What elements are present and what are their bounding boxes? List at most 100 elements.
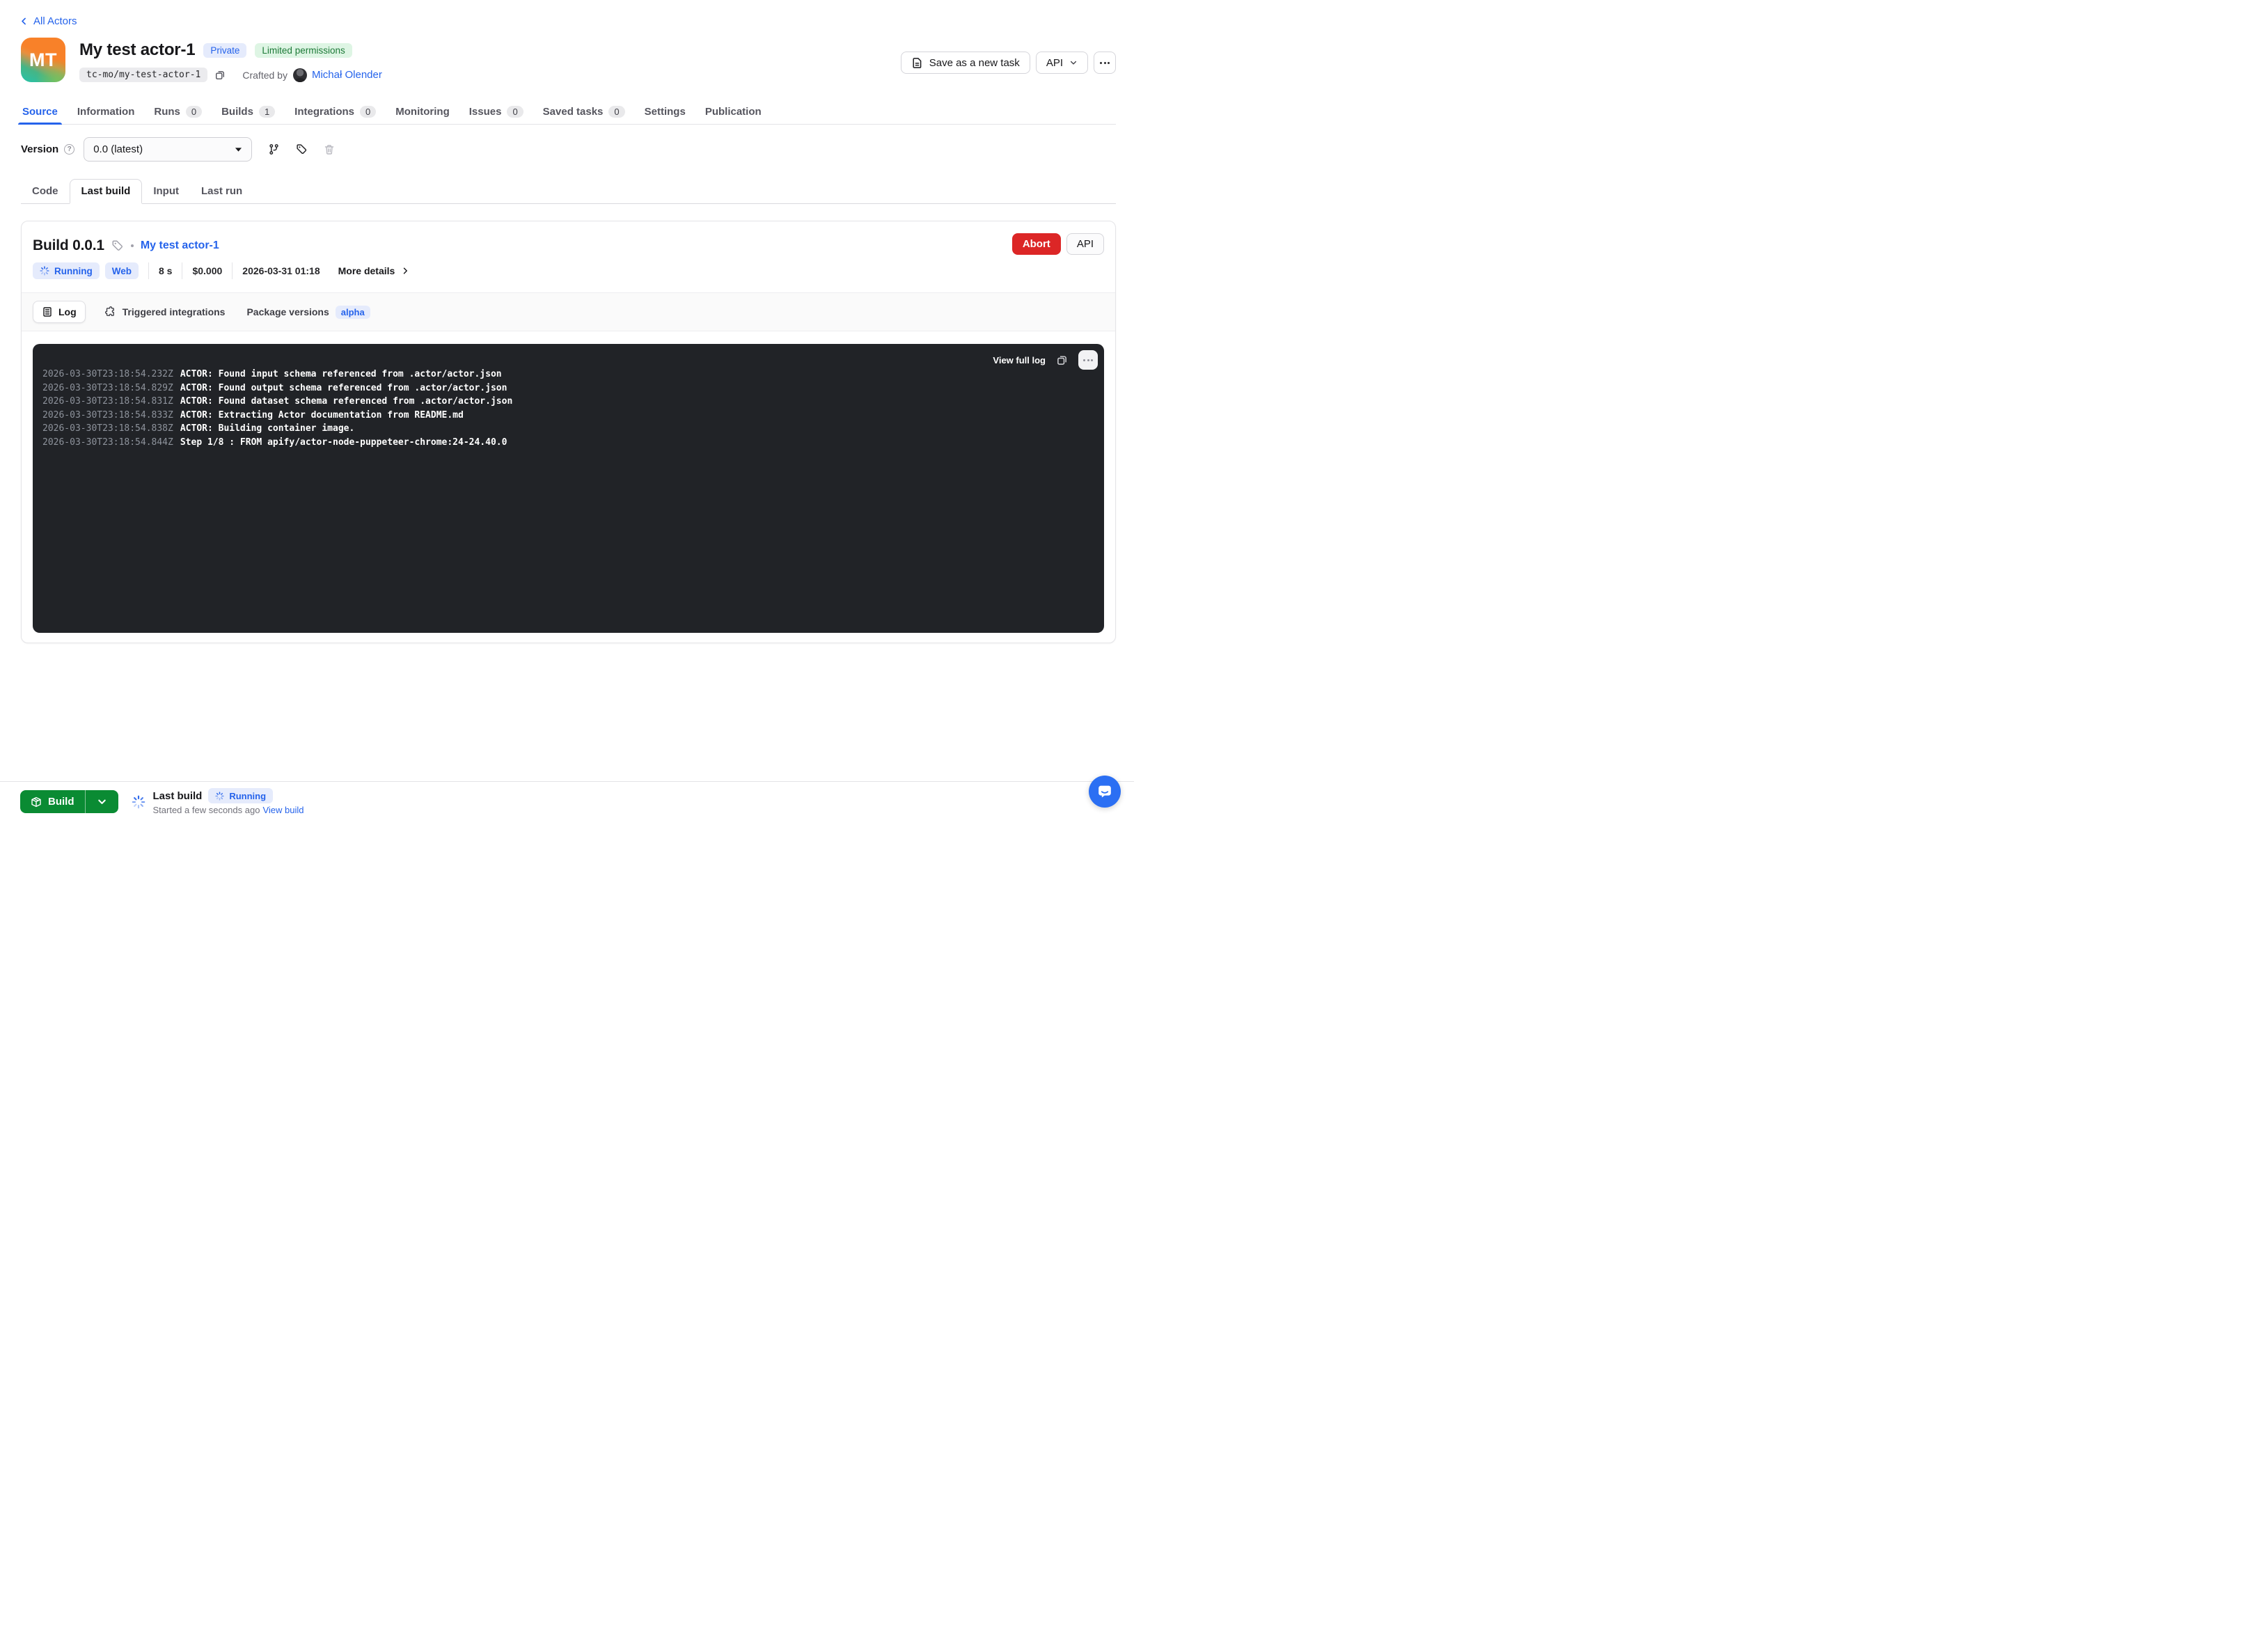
log-tab-button[interactable]: Log: [33, 301, 86, 323]
build-cost: $0.000: [192, 265, 222, 276]
dot-separator: [131, 244, 134, 247]
help-icon[interactable]: ?: [64, 144, 74, 155]
status-badge: Running: [208, 788, 273, 803]
origin-badge: Web: [105, 262, 139, 279]
actor-tabs: Source Information Runs0 Builds1 Integra…: [21, 100, 1116, 125]
tab-saved-tasks[interactable]: Saved tasks0: [542, 100, 627, 124]
trash-icon: [324, 144, 335, 155]
header-actions: Save as a new task API: [901, 52, 1116, 74]
version-select-value: 0.0 (latest): [93, 143, 143, 155]
last-build-info: Last build Running Started a few seconds…: [153, 788, 304, 815]
author-avatar: [293, 68, 307, 82]
package-versions-label: Package versions: [246, 306, 329, 317]
version-bar: Version ? 0.0 (latest): [21, 137, 335, 162]
document-icon: [911, 57, 923, 69]
actor-header-main: My test actor-1 Private Limited permissi…: [79, 38, 382, 82]
version-label: Version: [21, 143, 58, 155]
copy-actor-id-button[interactable]: [213, 68, 227, 82]
build-title: Build 0.0.1: [33, 237, 104, 254]
version-history-button[interactable]: [268, 143, 280, 155]
save-as-new-task-button[interactable]: Save as a new task: [901, 52, 1030, 74]
subtab-code[interactable]: Code: [21, 179, 70, 203]
tab-count-badge: 0: [186, 106, 202, 118]
build-started-at: 2026-03-31 01:18: [242, 265, 320, 276]
build-actor-link[interactable]: My test actor-1: [141, 239, 219, 252]
subtab-last-build[interactable]: Last build: [70, 179, 143, 204]
chevron-left-icon: [19, 17, 29, 26]
chat-launcher[interactable]: [1089, 776, 1121, 808]
visibility-badge: Private: [203, 43, 246, 58]
api-dropdown-button[interactable]: API: [1036, 52, 1088, 74]
tab-source[interactable]: Source: [21, 100, 59, 124]
log-line: 2026-03-30T23:18:54.829ZACTOR: Found out…: [42, 382, 1094, 395]
tab-monitoring[interactable]: Monitoring: [394, 100, 450, 124]
tab-builds[interactable]: Builds1: [220, 100, 276, 124]
chat-bubble-icon: [1096, 783, 1114, 801]
crafted-by-label: Crafted by: [242, 70, 288, 81]
build-toolbar: Log Triggered integrations Package versi…: [22, 292, 1115, 331]
log-line: 2026-03-30T23:18:54.844ZStep 1/8 : FROM …: [42, 436, 1094, 450]
last-build-label: Last build: [153, 790, 203, 802]
tab-settings[interactable]: Settings: [643, 100, 687, 124]
log-line: 2026-03-30T23:18:54.232ZACTOR: Found inp…: [42, 368, 1094, 382]
bottom-action-bar: Build Last build Running: [0, 781, 1134, 822]
tab-issues[interactable]: Issues0: [468, 100, 525, 124]
build-button[interactable]: Build: [20, 790, 85, 813]
tab-publication[interactable]: Publication: [704, 100, 763, 124]
build-button-label: Build: [48, 796, 74, 808]
status-badge: Running: [33, 262, 100, 279]
copy-icon: [1056, 354, 1068, 366]
abort-button[interactable]: Abort: [1012, 233, 1061, 255]
actor-avatar: MT: [21, 38, 65, 82]
package-versions-value[interactable]: alpha: [336, 306, 370, 319]
log-more-button[interactable]: [1078, 350, 1098, 370]
permissions-badge: Limited permissions: [255, 43, 352, 58]
build-status-row: Running Web 8 s $0.000 2026-03-31 01:18 …: [33, 262, 1104, 279]
tab-count-badge: 0: [507, 106, 523, 118]
build-split-button: Build: [20, 790, 118, 813]
build-api-button[interactable]: API: [1066, 233, 1104, 255]
tag-icon: [296, 143, 308, 155]
tab-count-badge: 0: [360, 106, 376, 118]
tag-icon[interactable]: [111, 239, 124, 252]
delete-version-button[interactable]: [324, 144, 335, 155]
log-line: 2026-03-30T23:18:54.831ZACTOR: Found dat…: [42, 395, 1094, 409]
last-build-started-text: Started a few seconds ago: [153, 805, 260, 815]
build-options-button[interactable]: [85, 790, 118, 813]
package-versions: Package versions alpha: [246, 306, 370, 319]
divider: [232, 262, 233, 279]
tab-integrations[interactable]: Integrations0: [293, 100, 377, 124]
page-title: My test actor-1: [79, 40, 195, 60]
caret-down-icon: [235, 147, 242, 152]
view-full-log-link[interactable]: View full log: [993, 355, 1046, 365]
breadcrumb-label: All Actors: [33, 15, 77, 27]
chevron-right-icon: [401, 267, 409, 275]
terminal-controls: View full log: [993, 350, 1098, 370]
more-details-toggle[interactable]: More details: [338, 265, 410, 276]
subtab-last-run[interactable]: Last run: [190, 179, 253, 203]
view-build-link[interactable]: View build: [262, 805, 304, 815]
more-actions-button[interactable]: [1094, 52, 1116, 74]
subtab-input[interactable]: Input: [142, 179, 190, 203]
tab-information[interactable]: Information: [76, 100, 136, 124]
author-link[interactable]: Michał Olender: [312, 69, 382, 81]
source-subtabs: Code Last build Input Last run: [21, 179, 1116, 204]
save-as-new-task-label: Save as a new task: [929, 57, 1020, 69]
tag-version-button[interactable]: [296, 143, 308, 155]
branch-icon: [268, 143, 280, 155]
terminal-wrap: View full log 2026-03-30T23:18:54.232ZAC…: [22, 331, 1115, 644]
tab-count-badge: 0: [608, 106, 624, 118]
chevron-down-icon: [97, 796, 107, 807]
actor-header: MT My test actor-1 Private Limited permi…: [21, 38, 1116, 82]
tab-runs[interactable]: Runs0: [152, 100, 203, 124]
log-tab-label: Log: [58, 306, 77, 317]
breadcrumb-all-actors[interactable]: All Actors: [19, 15, 77, 27]
ellipsis-icon: [1083, 359, 1093, 361]
spinner-icon: [215, 792, 224, 801]
status-label: Running: [54, 266, 93, 276]
version-select[interactable]: 0.0 (latest): [84, 137, 252, 162]
triggered-integrations-tab[interactable]: Triggered integrations: [104, 306, 226, 318]
copy-log-button[interactable]: [1056, 354, 1068, 366]
chevron-down-icon: [1069, 58, 1078, 67]
build-duration: 8 s: [159, 265, 172, 276]
